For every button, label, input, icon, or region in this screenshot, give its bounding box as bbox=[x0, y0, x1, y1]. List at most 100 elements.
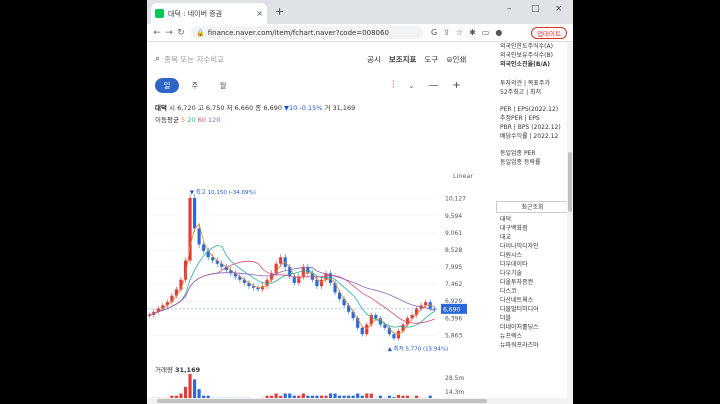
recent-item[interactable]: 다산네트웍스 bbox=[492, 296, 573, 305]
ma5-line bbox=[149, 222, 435, 335]
y-tick-label: 8,528 bbox=[445, 247, 462, 254]
right-info-panel: 외국인한도주식수(A) 외국인보유주식수(B) 외국인소진율(B/A) 투자의견 |… bbox=[492, 42, 573, 404]
volume-info-label: 거래량 bbox=[155, 366, 173, 374]
period-selector: 일 주 월 bbox=[155, 78, 235, 93]
share-icon[interactable]: ⇪ bbox=[443, 28, 450, 37]
ma-60: 60 bbox=[197, 116, 206, 124]
moving-average-legend: 이동평균 5 20 60 120 bbox=[155, 114, 220, 124]
sidebar-icon[interactable]: ▭ bbox=[482, 28, 490, 37]
url-text: finance.naver.com/item/fchart.naver?code… bbox=[207, 28, 389, 37]
stock-ohlc-info: 대덕 시 6,720 고 6,750 저 6,660 종 6,690 ▼10 -… bbox=[155, 102, 355, 112]
extension-puzzle-icon[interactable]: ✱ bbox=[469, 28, 476, 37]
recent-item[interactable]: 다우데이타 bbox=[492, 260, 573, 269]
volume-axis-label: 28.5m bbox=[445, 375, 464, 382]
link-indicators[interactable]: 보조지표 bbox=[389, 54, 417, 65]
per-line: PER | EPS(2022.12) bbox=[500, 106, 559, 113]
zoom-in-button[interactable]: + bbox=[452, 80, 460, 91]
foreign-ownership-line: 외국인소진율(B/A) bbox=[500, 61, 551, 68]
per-line: PBR | BPS (2022.12) bbox=[500, 124, 561, 131]
recent-item[interactable]: 대구백화점 bbox=[492, 224, 573, 233]
recent-item[interactable]: 다올투자증권 bbox=[492, 278, 573, 287]
y-tick-label: 10,127 bbox=[445, 196, 466, 203]
candle-body bbox=[279, 257, 283, 264]
forward-arrow-icon[interactable]: → bbox=[163, 28, 175, 38]
candle-body bbox=[351, 311, 355, 319]
tab-title: 대덕 : 네이버 증권 bbox=[168, 9, 223, 18]
recent-item[interactable]: 대덕 bbox=[492, 215, 573, 224]
ma-5: 5 bbox=[181, 116, 186, 124]
per-line: 추정PER | EPS bbox=[500, 115, 540, 122]
back-arrow-icon[interactable]: ← bbox=[151, 28, 163, 38]
browser-toolbar: ← → ↻ 🔒 finance.naver.com/item/fchart.na… bbox=[147, 24, 573, 42]
minimize-button[interactable]: – bbox=[507, 4, 512, 14]
new-tab-button[interactable]: + bbox=[275, 5, 284, 18]
print-label: 인쇄 bbox=[452, 55, 467, 64]
recent-item[interactable]: 뉴파워프라즈마 bbox=[492, 341, 573, 350]
bookmark-star-icon[interactable]: ☆ bbox=[456, 28, 463, 37]
volume-value: 31,169 bbox=[332, 104, 356, 112]
close-window-button[interactable]: × bbox=[555, 4, 563, 14]
candle-body bbox=[319, 279, 324, 287]
recent-item[interactable]: 더네이처홀딩스 bbox=[492, 323, 573, 332]
candle-body bbox=[202, 244, 206, 251]
recent-item[interactable]: 뉴프렉스 bbox=[492, 332, 573, 341]
address-bar[interactable]: 🔒 finance.naver.com/item/fchart.naver?co… bbox=[191, 26, 423, 39]
y-tick-label: 6,396 bbox=[445, 315, 462, 322]
lock-icon: 🔒 bbox=[196, 28, 205, 37]
recent-item[interactable]: 더블 bbox=[492, 314, 573, 323]
ma-120: 120 bbox=[207, 116, 221, 124]
period-month-button[interactable]: 월 bbox=[211, 78, 235, 93]
link-tools[interactable]: 도구 bbox=[424, 54, 438, 65]
tab-strip: 대덕 : 네이버 증권 × + – □ × bbox=[147, 0, 573, 24]
scroll-thumb[interactable] bbox=[568, 152, 572, 212]
reload-icon[interactable]: ↻ bbox=[175, 28, 187, 38]
recent-item[interactable]: 다원시스 bbox=[492, 251, 573, 260]
zoom-out-button[interactable]: — bbox=[428, 80, 438, 91]
recent-item[interactable]: 다우기술 bbox=[492, 269, 573, 278]
tab-close-icon[interactable]: × bbox=[256, 9, 263, 18]
candle-body bbox=[360, 327, 364, 335]
profile-avatar-icon[interactable]: ● bbox=[495, 28, 502, 37]
horizontal-scrollbar[interactable] bbox=[147, 398, 567, 404]
ma120-line bbox=[149, 266, 435, 316]
hscroll-thumb[interactable] bbox=[157, 399, 487, 403]
period-day-button[interactable]: 일 bbox=[155, 78, 179, 93]
recent-item[interactable]: 다물멀티미디어 bbox=[492, 305, 573, 314]
high-value: 6,750 bbox=[205, 104, 225, 112]
ma-20: 20 bbox=[187, 116, 196, 124]
low-label: 저 bbox=[226, 104, 233, 112]
maximize-button[interactable]: □ bbox=[531, 4, 540, 14]
top-links: 공시 보조지표 도구 ⊜인쇄 bbox=[367, 54, 466, 65]
period-week-button[interactable]: 주 bbox=[183, 78, 207, 93]
vertical-scrollbar[interactable] bbox=[567, 42, 573, 404]
opinion-line: 투자의견 | 목표주가 bbox=[500, 80, 550, 87]
candle-body bbox=[392, 334, 396, 339]
low-annotation: ▲ 최저 5,770 (15.94%) bbox=[388, 344, 449, 352]
candle-type-icon[interactable]: ⫶ bbox=[392, 80, 395, 91]
recent-item[interactable]: 다이나믹디자인 bbox=[492, 242, 573, 251]
recent-item[interactable]: 대교 bbox=[492, 233, 573, 242]
search-placeholder: 종목 또는 지수비교 bbox=[164, 54, 225, 64]
per-line: 배당수익률 | 2022.12 bbox=[500, 133, 559, 140]
high-label: 고 bbox=[197, 104, 204, 112]
link-disclosure[interactable]: 공시 bbox=[367, 54, 381, 65]
volume-bar bbox=[188, 374, 192, 400]
recent-item[interactable]: 다스코 bbox=[492, 287, 573, 296]
chart-tools: ⫶ ⌄ — + bbox=[392, 80, 461, 91]
browser-tab[interactable]: 대덕 : 네이버 증권 × bbox=[151, 3, 267, 24]
recent-views-tab[interactable]: 최근조회 bbox=[496, 201, 569, 213]
candle-body bbox=[424, 302, 428, 306]
current-price-label: 6,690 bbox=[443, 306, 460, 313]
update-button[interactable]: 업데이트 bbox=[531, 27, 567, 39]
candle-body bbox=[192, 198, 197, 229]
ma20-line bbox=[149, 245, 435, 328]
browser-window: 대덕 : 네이버 증권 × + – □ × ← → ↻ 🔒 finance.na… bbox=[147, 0, 573, 404]
candle-body bbox=[174, 289, 179, 296]
google-icon[interactable]: G bbox=[431, 28, 437, 37]
chevron-down-icon[interactable]: ⌄ bbox=[409, 82, 415, 90]
search-icon: ⌕ bbox=[155, 54, 161, 64]
toolbar-icons: G ⇪ ☆ ✱ ▭ ● bbox=[431, 28, 502, 37]
ma-label: 이동평균 bbox=[155, 116, 179, 124]
close-label: 종 bbox=[255, 104, 262, 112]
link-print[interactable]: ⊜인쇄 bbox=[446, 54, 466, 65]
